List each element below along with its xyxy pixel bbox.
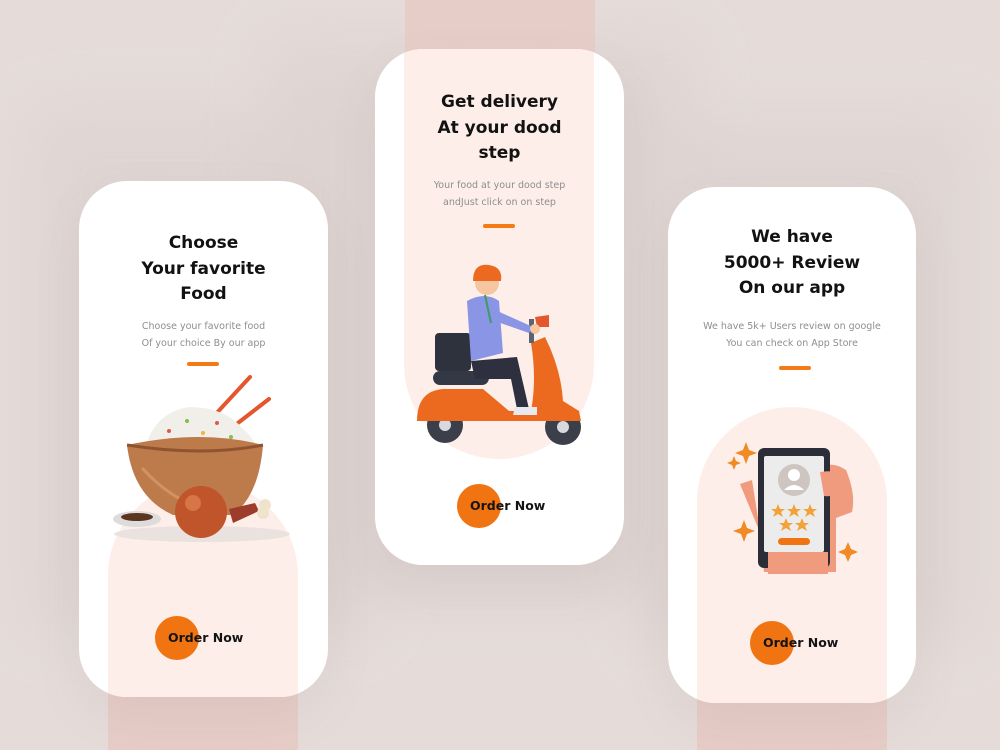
- onboarding-card-choose-food: Choose Your favorite Food Choose your fa…: [79, 181, 328, 697]
- order-button-label: Order Now: [763, 635, 839, 650]
- background-strip-right: [697, 695, 887, 750]
- order-button-label: Order Now: [470, 498, 546, 513]
- scooter-delivery-icon: [417, 264, 581, 445]
- accent-dash: [779, 366, 811, 370]
- card-title: Get delivery At your dood step: [437, 92, 562, 163]
- food-bowl-icon: [113, 375, 290, 542]
- card-subtitle: Choose your favorite food Of your choice…: [141, 321, 266, 349]
- card-title: We have 5000+ Review On our app: [723, 227, 861, 298]
- phone-review-icon: [727, 442, 858, 574]
- order-now-button[interactable]: Order Now: [155, 616, 243, 660]
- card-subtitle: We have 5k+ Users review on google You c…: [703, 321, 881, 349]
- order-now-button[interactable]: Order Now: [750, 621, 838, 665]
- background-strip-left: [108, 690, 298, 750]
- accent-dash: [483, 224, 515, 228]
- card-subtitle: Your food at your dood step andJust clic…: [433, 180, 566, 208]
- card-title: Choose Your favorite Food: [141, 233, 266, 304]
- order-now-button[interactable]: Order Now: [457, 484, 545, 528]
- order-button-label: Order Now: [168, 630, 244, 645]
- background-strip-center: [405, 0, 595, 52]
- accent-dash: [187, 362, 219, 366]
- onboarding-card-reviews: We have 5000+ Review On our app We have …: [668, 187, 916, 703]
- onboarding-card-delivery: Get delivery At your dood step Your food…: [375, 49, 624, 565]
